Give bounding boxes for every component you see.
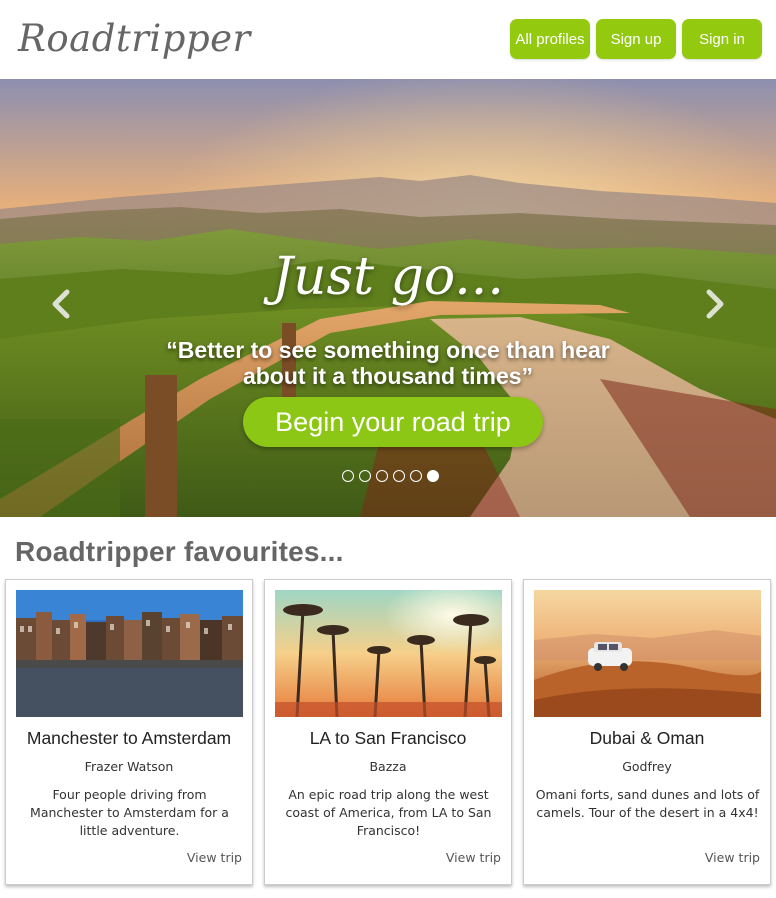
trip-author: Bazza <box>369 759 407 774</box>
top-nav: All profiles Sign up Sign in <box>510 19 762 59</box>
favourites-heading: Roadtripper favourites... <box>15 536 344 567</box>
view-trip-link[interactable]: View trip <box>446 850 501 865</box>
trip-description: Four people driving from Manchester to A… <box>30 787 229 838</box>
trip-card[interactable]: Manchester to Amsterdam Frazer Watson Fo… <box>5 579 253 885</box>
trip-author: Frazer Watson <box>84 759 174 774</box>
begin-road-trip-button[interactable]: Begin your road trip <box>243 397 543 447</box>
trip-thumbnail <box>275 590 502 717</box>
trip-description: Omani forts, sand dunes and lots of came… <box>535 787 760 820</box>
sign-in-button[interactable]: Sign in <box>682 19 762 59</box>
view-trip-link[interactable]: View trip <box>705 850 760 865</box>
all-profiles-button[interactable]: All profiles <box>510 19 590 59</box>
trip-title: Manchester to Amsterdam <box>26 728 232 748</box>
sign-up-button[interactable]: Sign up <box>596 19 676 59</box>
trip-thumbnail <box>16 590 243 717</box>
trip-author: Godfrey <box>622 759 672 774</box>
trip-title: Dubai & Oman <box>589 728 705 748</box>
carousel-dot-active[interactable] <box>427 470 439 482</box>
hero-quote: “Better to see something once than hear … <box>166 337 610 389</box>
amsterdam-canal-image <box>16 590 243 717</box>
desert-4x4-image <box>534 590 761 717</box>
hero-tagline: Just go... <box>272 247 504 307</box>
trip-thumbnail <box>534 590 761 717</box>
carousel-indicators <box>342 470 439 482</box>
site-header: Roadtripper All profiles Sign up Sign in <box>0 0 776 79</box>
carousel-dot[interactable] <box>410 470 422 482</box>
logo-text: Roadtripper <box>18 16 251 60</box>
carousel-dot[interactable] <box>342 470 354 482</box>
trip-card[interactable]: Dubai & Oman Godfrey Omani forts, sand d… <box>523 579 771 885</box>
hero-carousel: Just go... “Better to see something once… <box>0 79 776 517</box>
palm-trees-image <box>275 590 502 717</box>
carousel-dot[interactable] <box>359 470 371 482</box>
view-trip-link[interactable]: View trip <box>187 850 242 865</box>
carousel-dot[interactable] <box>376 470 388 482</box>
carousel-dot[interactable] <box>393 470 405 482</box>
trip-description: An epic road trip along the west coast o… <box>285 787 492 838</box>
site-logo[interactable]: Roadtripper <box>18 14 251 62</box>
trip-title: LA to San Francisco <box>309 728 467 748</box>
trip-card[interactable]: LA to San Francisco Bazza An epic road t… <box>264 579 512 885</box>
